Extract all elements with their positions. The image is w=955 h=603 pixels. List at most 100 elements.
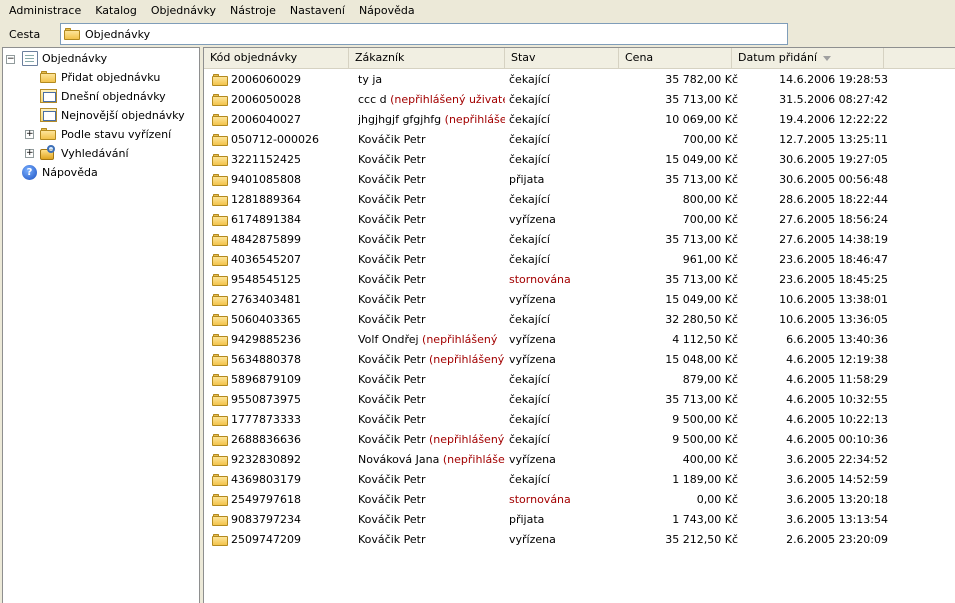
path-input[interactable]: Objednávky: [60, 23, 788, 45]
menu-napoveda[interactable]: Nápověda: [352, 1, 422, 21]
table-row[interactable]: 1281889364 Kováčik Petr čekající 800,00 Kč 2…: [204, 190, 955, 210]
order-state: čekající: [509, 193, 550, 206]
order-state: čekající: [509, 373, 550, 386]
table-row[interactable]: 5896879109 Kováčik Petr čekající 879,00 Kč 4…: [204, 370, 955, 390]
table-row[interactable]: 1777873333 Kováčik Petr čekající 9 500,00 K…: [204, 410, 955, 430]
order-code-cell: 1281889364: [212, 193, 352, 207]
customer-note: (nepřihlášený uživatel): [390, 93, 505, 106]
path-label: Cesta: [9, 28, 41, 41]
tree-item-pridat-objednavku[interactable]: Přidat objednávku: [39, 68, 160, 87]
order-price: 9 500,00 Kč: [672, 433, 738, 446]
menu-objednavky[interactable]: Objednávky: [144, 1, 223, 21]
table-row[interactable]: 3221152425 Kováčik Petr čekající 15 049,00 …: [204, 150, 955, 170]
path-value: Objednávky: [85, 27, 151, 41]
order-code-cell: 5896879109: [212, 373, 352, 387]
customer-name: Kováčik Petr: [358, 313, 426, 326]
order-state: čekající: [509, 233, 550, 246]
folder-icon: [40, 128, 56, 140]
table-row[interactable]: 2688836636 Kováčik Petr (nepřihlášený čeka…: [204, 430, 955, 450]
tree-item-podle-stavu[interactable]: Podle stavu vyřízení: [39, 125, 171, 144]
order-price: 800,00 Kč: [682, 193, 738, 206]
customer-name: Kováčik Petr: [358, 273, 426, 286]
order-date: 10.6.2005 13:36:05: [779, 313, 888, 326]
menubar: Administrace Katalog Objednávky Nástroje…: [0, 0, 955, 22]
tree-item-napoveda[interactable]: ? Nápověda: [21, 163, 98, 182]
table-row[interactable]: 4036545207 Kováčik Petr čekající 961,00 Kč 2…: [204, 250, 955, 270]
search-icon: [40, 145, 57, 160]
sort-descending-icon: [823, 55, 832, 61]
table-row[interactable]: 2006040027 jhgjhgjf gfgjhfg (nepřihlášený…: [204, 110, 955, 130]
column-header-customer[interactable]: Zákazník: [349, 48, 505, 68]
tree-item-nejnovejsi-objednavky[interactable]: Nejnovější objednávky: [39, 106, 185, 125]
order-code: 9232830892: [231, 453, 301, 466]
order-state: čekající: [509, 93, 550, 106]
order-state: čekající: [509, 473, 550, 486]
customer-name: Kováčik Petr: [358, 433, 426, 446]
order-code: 3221152425: [231, 153, 301, 166]
tree-item-dnesni-objednavky[interactable]: Dnešní objednávky: [39, 87, 166, 106]
folder-icon: [212, 134, 228, 146]
order-code: 2688836636: [231, 433, 301, 446]
order-date: 2.6.2005 23:20:09: [786, 533, 888, 546]
table-row[interactable]: 2549797618 Kováčik Petr stornována 0,00 Kč 3…: [204, 490, 955, 510]
list-header: Kód objednávky Zákazník Stav Cena Datum …: [204, 48, 955, 69]
table-row[interactable]: 6174891384 Kováčik Petr vyřízena 700,00 Kč 2…: [204, 210, 955, 230]
order-price: 400,00 Kč: [682, 453, 738, 466]
table-row[interactable]: 5060403365 Kováčik Petr čekající 32 280,50 …: [204, 310, 955, 330]
expand-toggle[interactable]: +: [25, 130, 34, 139]
order-date: 12.7.2005 13:25:11: [779, 133, 888, 146]
order-code-cell: 5634880378: [212, 353, 352, 367]
column-header-code[interactable]: Kód objednávky: [204, 48, 349, 68]
order-price: 10 069,00 Kč: [665, 113, 738, 126]
order-state: čekající: [509, 153, 550, 166]
table-row[interactable]: 9548545125 Kováčik Petr stornována 35 713,0…: [204, 270, 955, 290]
table-row[interactable]: 4842875899 Kováčik Petr čekající 35 713,00 …: [204, 230, 955, 250]
menu-nastroje[interactable]: Nástroje: [223, 1, 283, 21]
order-code: 2509747209: [231, 533, 301, 546]
customer-cell: Kováčik Petr: [358, 533, 505, 547]
tree-item-label: Nejnovější objednávky: [61, 109, 185, 122]
folder-icon: [212, 414, 228, 426]
collapse-toggle[interactable]: −: [6, 55, 15, 64]
folder-icon: [212, 434, 228, 446]
table-row[interactable]: 9550873975 Kováčik Petr čekající 35 713,00 …: [204, 390, 955, 410]
table-row[interactable]: 9429885236 Volf Ondřej (nepřihlášený vyříz…: [204, 330, 955, 350]
column-header-state[interactable]: Stav: [505, 48, 619, 68]
table-row[interactable]: 2006060029 ty ja čekající 35 782,00 Kč 14.6.…: [204, 70, 955, 90]
order-price: 4 112,50 Kč: [672, 333, 738, 346]
orders-list: Kód objednávky Zákazník Stav Cena Datum …: [203, 47, 955, 603]
table-row[interactable]: 2509747209 Kováčik Petr vyřízena 35 212,50 …: [204, 530, 955, 550]
tree-item-objednavky[interactable]: Objednávky: [21, 49, 107, 68]
orders-icon: [22, 51, 38, 66]
order-code: 2006060029: [231, 73, 301, 86]
menu-administrace[interactable]: Administrace: [0, 1, 88, 21]
table-row[interactable]: 4369803179 Kováčik Petr čekající 1 189,00 K…: [204, 470, 955, 490]
table-row[interactable]: 9232830892 Nováková Jana (nepřihlášený vyř…: [204, 450, 955, 470]
order-price: 35 713,00 Kč: [665, 393, 738, 406]
customer-cell: Kováčik Petr: [358, 393, 505, 407]
folder-icon: [64, 28, 80, 40]
expand-toggle[interactable]: +: [25, 149, 34, 158]
table-row[interactable]: 2763403481 Kováčik Petr vyřízena 15 049,00 …: [204, 290, 955, 310]
column-header-date[interactable]: Datum přidání: [732, 48, 884, 68]
table-row[interactable]: 9401085808 Kováčik Petr přijata 35 713,00 K…: [204, 170, 955, 190]
customer-name: Kováčik Petr: [358, 513, 426, 526]
order-date: 3.6.2005 13:20:18: [786, 493, 888, 506]
order-state: přijata: [509, 513, 545, 526]
table-row[interactable]: 5634880378 Kováčik Petr (nepřihlášený vyří…: [204, 350, 955, 370]
menu-nastaveni[interactable]: Nastavení: [283, 1, 352, 21]
customer-cell: jhgjhgjf gfgjhfg (nepřihlášený: [358, 113, 505, 127]
column-header-price[interactable]: Cena: [619, 48, 732, 68]
table-row[interactable]: 050712-000026 Kováčik Petr čekající 700,00 …: [204, 130, 955, 150]
menu-katalog[interactable]: Katalog: [88, 1, 144, 21]
customer-name: Kováčik Petr: [358, 213, 426, 226]
table-row[interactable]: 9083797234 Kováčik Petr přijata 1 743,00 Kč…: [204, 510, 955, 530]
add-order-icon: [40, 71, 56, 83]
order-date: 19.4.2006 12:22:22: [779, 113, 888, 126]
table-row[interactable]: 2006050028 ccc d (nepřihlášený uživatel) č…: [204, 90, 955, 110]
customer-name: Volf Ondřej: [358, 333, 419, 346]
tree-item-label: Objednávky: [42, 52, 108, 65]
customer-note: (nepřihlášený: [422, 333, 498, 346]
folder-icon: [212, 354, 228, 366]
tree-item-vyhledavani[interactable]: Vyhledávání: [39, 144, 129, 163]
